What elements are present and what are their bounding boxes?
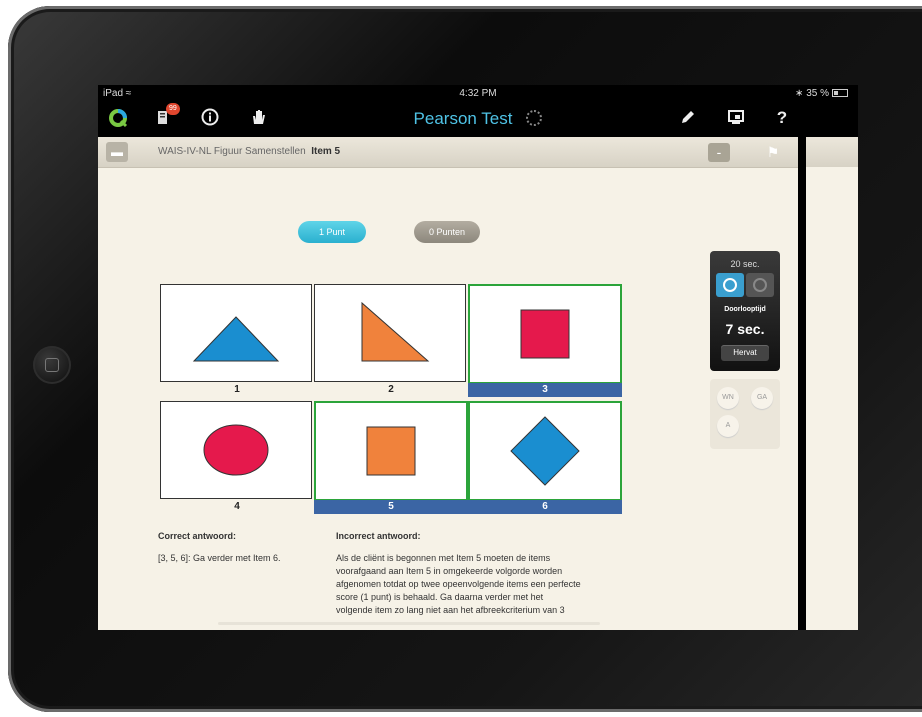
app-toolbar: 99 Pearson Test ? — [98, 101, 858, 135]
cell-number-6: 6 — [468, 500, 622, 514]
elapsed-value: 7 sec. — [725, 321, 765, 337]
status-bar: iPad ≈ 4:32 PM ∗ 35 % — [98, 85, 858, 101]
stopwatch-start-button[interactable] — [716, 273, 744, 297]
cell-number-5: 5 — [314, 500, 468, 514]
resume-button[interactable]: Hervat — [721, 345, 769, 361]
item-panel: ▬ WAIS-IV-NL Figuur Samenstellen Item 5 … — [98, 137, 798, 630]
cell-number-1: 1 — [234, 384, 240, 395]
incorrect-text: Als de cliënt is begonnen met Item 5 moe… — [336, 552, 626, 617]
square-shape — [366, 426, 416, 476]
pencil-icon[interactable] — [676, 107, 700, 129]
comment-icon[interactable]: ▬ — [106, 142, 128, 162]
incorrect-line: volgende item zo lang niet aan het afbre… — [336, 605, 565, 615]
scroll-indicator — [218, 622, 600, 625]
incorrect-line: Als de cliënt is begonnen met Item 5 moe… — [336, 553, 551, 563]
incorrect-line: voorafgaand aan Item 5 in omgekeerde vol… — [336, 566, 563, 576]
grid-cell-2[interactable] — [314, 284, 466, 382]
cell-number-2: 2 — [388, 384, 394, 395]
score-1-point-button[interactable]: 1 Punt — [298, 221, 366, 243]
help-button[interactable]: ? — [770, 107, 794, 129]
bluetooth-icon: ∗ — [795, 88, 807, 99]
correct-text: [3, 5, 6]: Ga verder met Item 6. — [158, 553, 281, 563]
screen: iPad ≈ 4:32 PM ∗ 35 % 99 Pearson Test ? … — [98, 85, 858, 630]
grid-cell-1[interactable] — [160, 284, 312, 382]
battery-icon — [832, 89, 848, 98]
a-button[interactable]: A — [717, 415, 739, 437]
ga-button[interactable]: GA — [751, 387, 773, 409]
grid-cell-4[interactable] — [160, 401, 312, 499]
stopwatch-icon — [723, 278, 737, 292]
response-code-box: WN GA A — [710, 379, 780, 449]
flag-icon[interactable]: ⚑ — [762, 143, 784, 162]
incorrect-line: score (1 punt) is behaald. Ga daarna ver… — [336, 592, 544, 602]
incorrect-line: afgenomen totdat op twee opeenvolgende i… — [336, 579, 581, 589]
cell-number-4: 4 — [234, 501, 240, 512]
stopwatch-icon — [753, 278, 767, 292]
panel-header: ▬ WAIS-IV-NL Figuur Samenstellen Item 5 … — [98, 137, 798, 168]
grid-cell-6[interactable] — [468, 401, 622, 501]
incorrect-heading: Incorrect antwoord: — [336, 531, 421, 541]
diamond-shape — [510, 416, 580, 486]
ellipse-shape — [203, 424, 269, 476]
side-panel — [806, 137, 858, 630]
minus-button[interactable]: - — [708, 143, 730, 162]
loading-spinner-icon — [526, 110, 543, 126]
status-time: 4:32 PM — [459, 88, 497, 99]
battery-status: ∗ 35 % — [795, 88, 848, 99]
stimulus-book-icon[interactable] — [724, 107, 748, 129]
time-limit: 20 sec. — [730, 259, 760, 269]
right-triangle-shape — [361, 301, 430, 362]
panel-title: WAIS-IV-NL Figuur Samenstellen Item 5 — [158, 146, 341, 157]
home-button[interactable] — [33, 346, 71, 384]
score-0-points-button[interactable]: 0 Punten — [414, 221, 480, 243]
wn-button[interactable]: WN — [717, 387, 739, 409]
stopwatch-stop-button[interactable] — [746, 273, 774, 297]
timer-widget: 20 sec. Doorlooptijd 7 sec. Hervat — [710, 251, 780, 371]
grid-cell-5[interactable] — [314, 401, 468, 501]
correct-heading: Correct antwoord: — [158, 531, 237, 541]
elapsed-label: Doorlooptijd — [724, 306, 766, 313]
cell-number-3: 3 — [468, 383, 622, 397]
square-shape — [520, 309, 570, 359]
triangle-shape — [192, 316, 280, 362]
grid-cell-3[interactable] — [468, 284, 622, 384]
